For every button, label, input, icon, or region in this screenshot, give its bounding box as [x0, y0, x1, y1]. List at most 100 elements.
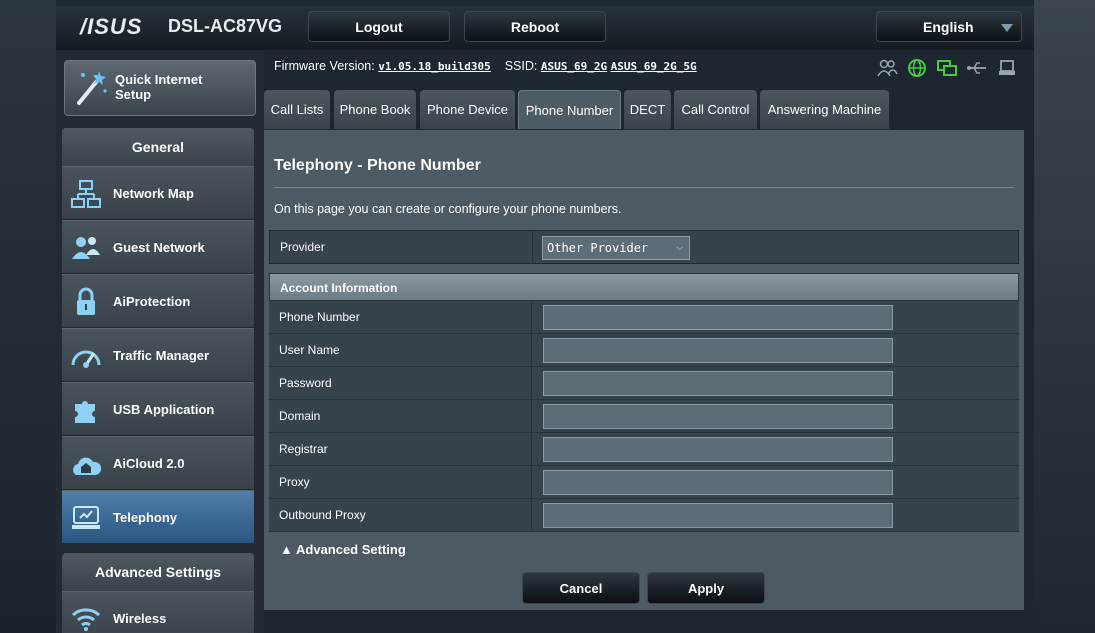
tab-phone-number[interactable]: Phone Number: [518, 90, 621, 129]
sidebar-item-label: Network Map: [113, 185, 194, 201]
provider-label: Provider: [280, 240, 325, 254]
sidebar-item-label: AiCloud 2.0: [113, 455, 185, 471]
sidebar-item-label: AiProtection: [113, 293, 191, 309]
sidebar-item-network-map[interactable]: Network Map: [62, 166, 254, 219]
chevron-down-icon: [1001, 24, 1013, 32]
user-name-input[interactable]: [543, 338, 893, 363]
field-label: Proxy: [279, 475, 310, 489]
puzzle-icon: [75, 401, 95, 423]
internet-globe-icon[interactable]: [906, 58, 928, 78]
tab-phone-device[interactable]: Phone Device: [420, 90, 515, 129]
lock-icon: [77, 287, 95, 315]
guest-network-icon: [72, 237, 100, 259]
page-description: On this page you can create or configure…: [274, 202, 622, 216]
ssid-2g-link[interactable]: ASUS_69_2G: [541, 60, 607, 73]
column-divider: [531, 334, 532, 367]
sidebar-item-label: Telephony: [113, 509, 178, 525]
column-divider: [532, 231, 533, 264]
wifi-icon: [71, 608, 101, 631]
background-left: [0, 0, 56, 633]
sidebar-item-label: USB Application: [113, 401, 215, 417]
column-divider: [531, 433, 532, 466]
asus-logo: /ISUS: [80, 14, 143, 39]
magic-wand-icon: [77, 71, 107, 105]
sidebar-item-telephony[interactable]: Telephony: [62, 490, 254, 543]
ssid-5g-link[interactable]: ASUS_69_2G_5G: [611, 60, 697, 73]
field-label: Password: [279, 376, 332, 390]
language-label: English: [923, 18, 974, 35]
column-divider: [531, 301, 532, 334]
network-map-icon: [71, 180, 101, 208]
logout-button[interactable]: Logout: [308, 11, 450, 42]
usb-icon[interactable]: [966, 58, 988, 78]
status-icons: [876, 58, 1018, 78]
cloud-house-icon: [73, 457, 102, 475]
field-row-password: Password: [269, 367, 1019, 400]
column-divider: [531, 466, 532, 499]
firmware-label: Firmware Version:: [274, 59, 375, 73]
tab-answering-machine[interactable]: Answering Machine: [760, 90, 889, 129]
tab-phone-book[interactable]: Phone Book: [334, 90, 416, 129]
proxy-input[interactable]: [543, 470, 893, 495]
sidebar-item-wireless[interactable]: Wireless: [62, 591, 254, 633]
column-divider: [531, 367, 532, 400]
status-line: Firmware Version: v1.05.18_build305 SSID…: [274, 59, 697, 73]
devices-icon[interactable]: [936, 58, 958, 78]
field-row-user-name: User Name: [269, 334, 1019, 367]
top-bar: /ISUS DSL-AC87VG Logout Reboot English: [56, 6, 1034, 50]
sidebar: Quick Internet Setup General Network Map…: [56, 50, 264, 633]
provider-value: Other Provider: [547, 241, 649, 255]
printer-icon[interactable]: [996, 58, 1018, 78]
account-information-header: Account Information: [269, 273, 1019, 301]
domain-input[interactable]: [543, 404, 893, 429]
tab-dect[interactable]: DECT: [624, 90, 671, 129]
sidebar-item-aicloud[interactable]: AiCloud 2.0: [62, 436, 254, 489]
clients-icon[interactable]: [876, 58, 898, 78]
field-label: Phone Number: [279, 310, 360, 324]
phone-number-input[interactable]: [543, 305, 893, 330]
tab-call-control[interactable]: Call Control: [674, 90, 757, 129]
quick-internet-setup-button[interactable]: Quick Internet Setup: [64, 60, 256, 116]
sidebar-item-label: Guest Network: [113, 239, 205, 255]
column-divider: [531, 499, 532, 532]
title-divider: [274, 187, 1014, 188]
sidebar-item-traffic-manager[interactable]: Traffic Manager: [62, 328, 254, 381]
firmware-version-link[interactable]: v1.05.18_build305: [378, 60, 491, 73]
sidebar-item-usb-application[interactable]: USB Application: [62, 382, 254, 435]
sidebar-item-guest-network[interactable]: Guest Network: [62, 220, 254, 273]
telephony-icon: [72, 506, 100, 529]
provider-row: Provider Other Provider ⌵: [269, 230, 1019, 264]
field-label: User Name: [279, 343, 340, 357]
field-label: Domain: [279, 409, 321, 423]
gauge-icon: [71, 350, 101, 368]
password-input[interactable]: [543, 371, 893, 396]
field-row-proxy: Proxy: [269, 466, 1019, 499]
tab-call-lists[interactable]: Call Lists: [264, 90, 330, 129]
language-select[interactable]: English: [876, 11, 1022, 42]
field-row-registrar: Registrar: [269, 433, 1019, 466]
sidebar-item-label: Wireless: [113, 610, 167, 626]
field-row-phone-number: Phone Number: [269, 301, 1019, 334]
ssid-label: SSID:: [504, 59, 538, 73]
provider-select[interactable]: Other Provider ⌵: [542, 236, 690, 260]
background-right: [1034, 0, 1095, 633]
cancel-button[interactable]: Cancel: [522, 572, 640, 604]
quick-internet-setup-label: Quick Internet Setup: [115, 72, 203, 102]
reboot-button[interactable]: Reboot: [464, 11, 606, 42]
advanced-settings-section-header: Advanced Settings: [62, 553, 254, 591]
outbound-proxy-input[interactable]: [543, 503, 893, 528]
field-label: Outbound Proxy: [279, 508, 366, 522]
sidebar-item-aiprotection[interactable]: AiProtection: [62, 274, 254, 327]
column-divider: [531, 400, 532, 433]
sidebar-item-label: Traffic Manager: [113, 347, 210, 363]
main-panel: Telephony - Phone Number On this page yo…: [264, 130, 1024, 610]
model-name: DSL-AC87VG: [168, 16, 283, 36]
chevron-down-icon: ⌵: [676, 240, 683, 253]
page-title: Telephony - Phone Number: [274, 157, 481, 174]
field-row-outbound-proxy: Outbound Proxy: [269, 499, 1019, 532]
advanced-setting-toggle[interactable]: ▲ Advanced Setting: [280, 542, 406, 557]
field-label: Registrar: [279, 442, 328, 456]
field-row-domain: Domain: [269, 400, 1019, 433]
apply-button[interactable]: Apply: [647, 572, 765, 604]
registrar-input[interactable]: [543, 437, 893, 462]
